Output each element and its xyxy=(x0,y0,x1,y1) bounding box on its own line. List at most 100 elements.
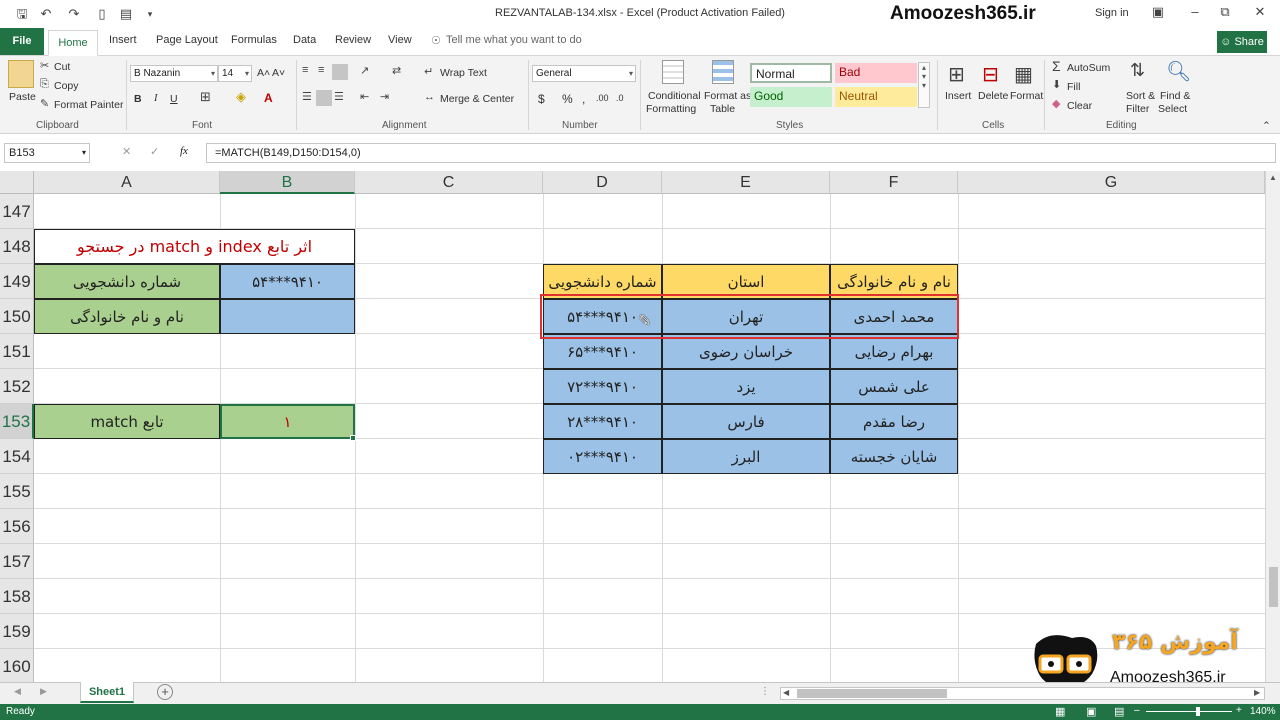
align-right-icon[interactable]: ☰ xyxy=(334,90,344,103)
grow-font-icon[interactable]: A˄ xyxy=(257,67,270,79)
orientation-icon[interactable]: ↗ xyxy=(360,64,369,77)
minimize-icon[interactable]: – xyxy=(1185,4,1205,22)
cell-b149[interactable]: ۹۴۱۰***۵۴ xyxy=(220,264,355,299)
sort-filter-label-2[interactable]: Filter xyxy=(1126,103,1149,115)
column-header-d[interactable]: D xyxy=(543,171,662,194)
table-cell[interactable]: ۹۴۱۰***۲۸ xyxy=(543,404,662,439)
tell-me-search[interactable]: Tell me what you want to do xyxy=(446,34,582,46)
currency-icon[interactable]: $ xyxy=(538,92,545,106)
fill-button[interactable]: Fill xyxy=(1067,81,1080,93)
worksheet-grid[interactable]: A B C D E F G 147 148 149 150 151 152 15… xyxy=(0,171,1265,682)
styles-scroll-icon[interactable]: ▴ ▾ ▾ xyxy=(918,62,930,108)
align-middle-icon[interactable]: ≡ xyxy=(318,64,324,76)
style-good[interactable]: Good xyxy=(750,87,832,107)
paste-icon[interactable] xyxy=(8,60,34,88)
fill-handle[interactable] xyxy=(350,435,356,441)
prev-sheet-icon[interactable]: ◀ xyxy=(14,686,21,697)
scroll-right-icon[interactable]: ▶ xyxy=(1254,688,1260,697)
increase-indent-icon[interactable]: ⇥ xyxy=(380,90,389,103)
row-header-149[interactable]: 149 xyxy=(0,264,34,299)
cell-a149[interactable]: شماره دانشجویی xyxy=(34,264,220,299)
vertical-scrollbar[interactable]: ▲ xyxy=(1265,171,1280,682)
table-cell[interactable]: ۹۴۱۰***۰۲ xyxy=(543,439,662,474)
row-header-159[interactable]: 159 xyxy=(0,614,34,649)
row-header-153[interactable]: 153 xyxy=(0,404,34,439)
increase-decimal-icon[interactable]: .00 xyxy=(596,93,609,103)
scroll-left-icon[interactable]: ◀ xyxy=(783,688,789,697)
column-header-g[interactable]: G xyxy=(958,171,1265,194)
row-header-157[interactable]: 157 xyxy=(0,544,34,579)
sheet-tab-sheet1[interactable]: Sheet1 xyxy=(80,682,134,703)
row-header-151[interactable]: 151 xyxy=(0,334,34,369)
horizontal-scrollbar[interactable]: ◀ ▶ xyxy=(780,687,1265,700)
row-header-155[interactable]: 155 xyxy=(0,474,34,509)
scroll-thumb[interactable] xyxy=(1269,567,1278,607)
format-as-table-label-2[interactable]: Table xyxy=(710,103,735,115)
zoom-in-icon[interactable]: + xyxy=(1236,705,1242,716)
column-header-c[interactable]: C xyxy=(355,171,543,194)
row-header-148[interactable]: 148 xyxy=(0,229,34,264)
cell-a150[interactable]: نام و نام خانوادگی xyxy=(34,299,220,334)
table-cell[interactable]: بهرام رضایی xyxy=(830,334,958,369)
normal-view-icon[interactable]: ▦ xyxy=(1055,705,1065,718)
tab-insert[interactable]: Insert xyxy=(109,34,137,46)
cell-b150[interactable] xyxy=(220,299,355,334)
table-cell[interactable]: البرز xyxy=(662,439,830,474)
fill-color-icon[interactable]: ◈ xyxy=(236,89,246,105)
tab-home[interactable]: Home xyxy=(48,30,98,56)
conditional-formatting-label-2[interactable]: Formatting xyxy=(646,103,696,115)
zoom-out-icon[interactable]: – xyxy=(1134,705,1140,716)
format-cells-button[interactable]: Format xyxy=(1010,90,1043,102)
decrease-decimal-icon[interactable]: .0 xyxy=(616,93,624,103)
format-as-table-label[interactable]: Format as xyxy=(704,90,751,102)
zoom-level[interactable]: 140% xyxy=(1250,706,1276,717)
wrap-text-button[interactable]: Wrap Text xyxy=(440,67,487,79)
table-cell[interactable]: رضا مقدم xyxy=(830,404,958,439)
row-header-147[interactable]: 147 xyxy=(0,194,34,229)
percent-icon[interactable]: % xyxy=(562,92,573,106)
autosum-button[interactable]: AutoSum xyxy=(1067,62,1110,74)
cell-a153[interactable]: تابع match xyxy=(34,404,220,439)
copy-button[interactable]: Copy xyxy=(54,80,79,92)
align-left-icon[interactable]: ☰ xyxy=(302,90,312,103)
horizontal-scroll-thumb[interactable] xyxy=(797,689,947,698)
align-center-icon[interactable] xyxy=(316,90,332,106)
shrink-font-icon[interactable]: A˅ xyxy=(272,67,285,79)
cell-b153-selected[interactable]: ۱ xyxy=(220,404,355,439)
row-header-152[interactable]: 152 xyxy=(0,369,34,404)
cell-a148-title[interactable]: اثر تابع index و match در جستجو xyxy=(34,229,355,264)
style-neutral[interactable]: Neutral xyxy=(835,87,917,107)
row-header-156[interactable]: 156 xyxy=(0,509,34,544)
page-layout-view-icon[interactable]: ▣ xyxy=(1086,705,1096,718)
name-box[interactable]: B153 ▾ xyxy=(4,143,90,163)
column-header-f[interactable]: F xyxy=(830,171,958,194)
sign-in-link[interactable]: Sign in xyxy=(1095,7,1129,19)
align-bottom-icon[interactable] xyxy=(332,64,348,80)
table-cell[interactable]: شایان خجسته xyxy=(830,439,958,474)
find-select-label[interactable]: Find & xyxy=(1160,90,1190,102)
font-color-icon[interactable]: A xyxy=(264,91,273,105)
font-size-combo[interactable]: 14 ▾ xyxy=(218,65,252,82)
tab-view[interactable]: View xyxy=(388,34,412,46)
decrease-indent-icon[interactable]: ⇤ xyxy=(360,90,369,103)
style-bad[interactable]: Bad xyxy=(835,63,917,83)
align-top-icon[interactable]: ≡ xyxy=(302,64,308,76)
tab-split-handle[interactable]: ⋮ xyxy=(760,686,770,697)
zoom-slider[interactable] xyxy=(1146,711,1232,712)
formula-input[interactable]: =MATCH(B149,D150:D154,0) xyxy=(206,143,1276,163)
table-cell[interactable]: علی شمس xyxy=(830,369,958,404)
find-select-label-2[interactable]: Select xyxy=(1158,103,1187,115)
format-painter-button[interactable]: Format Painter xyxy=(54,99,123,111)
underline-icon[interactable]: U xyxy=(170,93,178,105)
add-sheet-icon[interactable]: + xyxy=(157,684,173,700)
next-sheet-icon[interactable]: ▶ xyxy=(40,686,47,697)
table-cell[interactable]: ۹۴۱۰***۶۵ xyxy=(543,334,662,369)
share-button[interactable]: ☺ Share xyxy=(1217,31,1267,53)
table-cell[interactable]: ۹۴۱۰***۷۲ xyxy=(543,369,662,404)
row-header-150[interactable]: 150 xyxy=(0,299,34,334)
number-format-combo[interactable]: General ▾ xyxy=(532,65,636,82)
comma-style-icon[interactable]: , xyxy=(582,92,585,106)
insert-cells-button[interactable]: Insert xyxy=(945,90,971,102)
select-all-corner[interactable] xyxy=(0,171,34,194)
table-cell[interactable]: فارس xyxy=(662,404,830,439)
